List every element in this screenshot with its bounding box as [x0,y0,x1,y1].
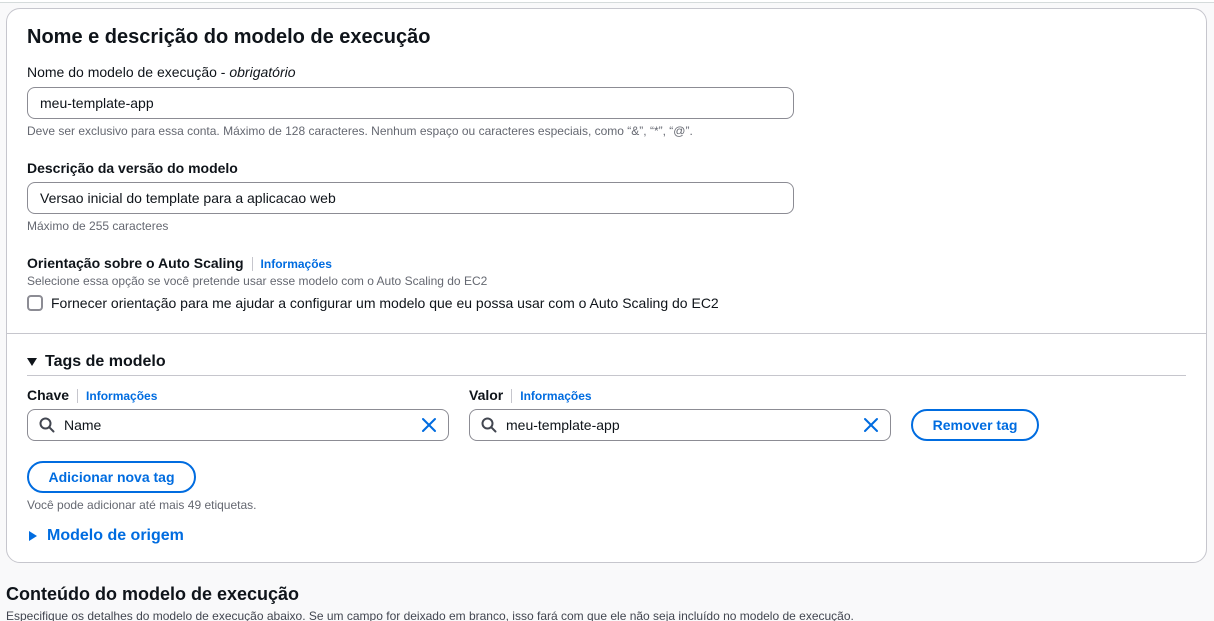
caret-right-icon [29,530,37,541]
label-separator [511,388,513,403]
tag-key-info-link[interactable]: Informações [86,389,157,403]
tags-expander[interactable]: Tags de modelo [27,353,166,371]
clear-icon[interactable] [421,417,437,433]
asg-guidance-checkbox[interactable] [27,295,43,311]
template-name-input[interactable]: meu-template-app [27,87,794,119]
top-divider [0,0,1214,3]
tag-key-value: Name [64,417,102,433]
required-separator: - [216,64,230,80]
tag-value-input[interactable]: meu-template-app [469,409,891,441]
label-separator [251,256,253,271]
content-section-description: Especifique os detalhes do modelo de exe… [6,609,854,621]
template-name-hint: Deve ser exclusivo para essa conta. Máxi… [27,124,693,138]
version-description-label: Descrição da versão do modelo [27,160,238,176]
tag-value-label: Valor [469,387,504,403]
tag-key-header: Chave Informações [27,387,157,405]
template-name-label: Nome do modelo de execução - obrigatório [27,64,296,80]
tag-value-header: Valor Informações [469,387,592,405]
source-template-expander[interactable]: Modelo de origem [29,527,184,545]
template-name-label-text: Nome do modelo de execução [27,64,217,80]
required-marker: obrigatório [229,64,296,80]
source-template-label: Modelo de origem [47,527,184,544]
label-separator [77,388,79,403]
tag-value-value: meu-template-app [506,417,620,433]
version-description-hint: Máximo de 255 caracteres [27,219,169,233]
search-icon [39,417,55,433]
asg-guidance-checkbox-label[interactable]: Fornecer orientação para me ajudar a con… [51,295,719,311]
version-description-input[interactable]: Versao inicial do template para a aplica… [27,182,794,214]
caret-down-icon [27,357,37,366]
asg-guidance-header: Orientação sobre o Auto Scaling Informaçõ… [27,255,332,273]
search-icon [481,417,497,433]
tags-header-divider [27,375,1186,376]
asg-guidance-label: Orientação sobre o Auto Scaling [27,255,244,271]
tag-value-info-link[interactable]: Informações [520,389,591,403]
tag-key-label: Chave [27,387,70,403]
content-section-title: Conteúdo do modelo de execução [6,584,300,604]
name-description-panel: Nome e descrição do modelo de execução N… [6,8,1207,563]
add-tag-button[interactable]: Adicionar nova tag [27,461,196,493]
section-divider [7,333,1206,334]
clear-icon[interactable] [863,417,879,433]
section-title: Nome e descrição do modelo de execução [27,26,431,48]
tag-key-input[interactable]: Name [27,409,449,441]
asg-guidance-hint: Selecione essa opção se você pretende us… [27,274,488,288]
add-tag-hint: Você pode adicionar até mais 49 etiqueta… [27,498,257,512]
asg-info-link[interactable]: Informações [261,257,332,271]
remove-tag-button[interactable]: Remover tag [911,409,1039,441]
tags-title: Tags de modelo [45,353,166,370]
